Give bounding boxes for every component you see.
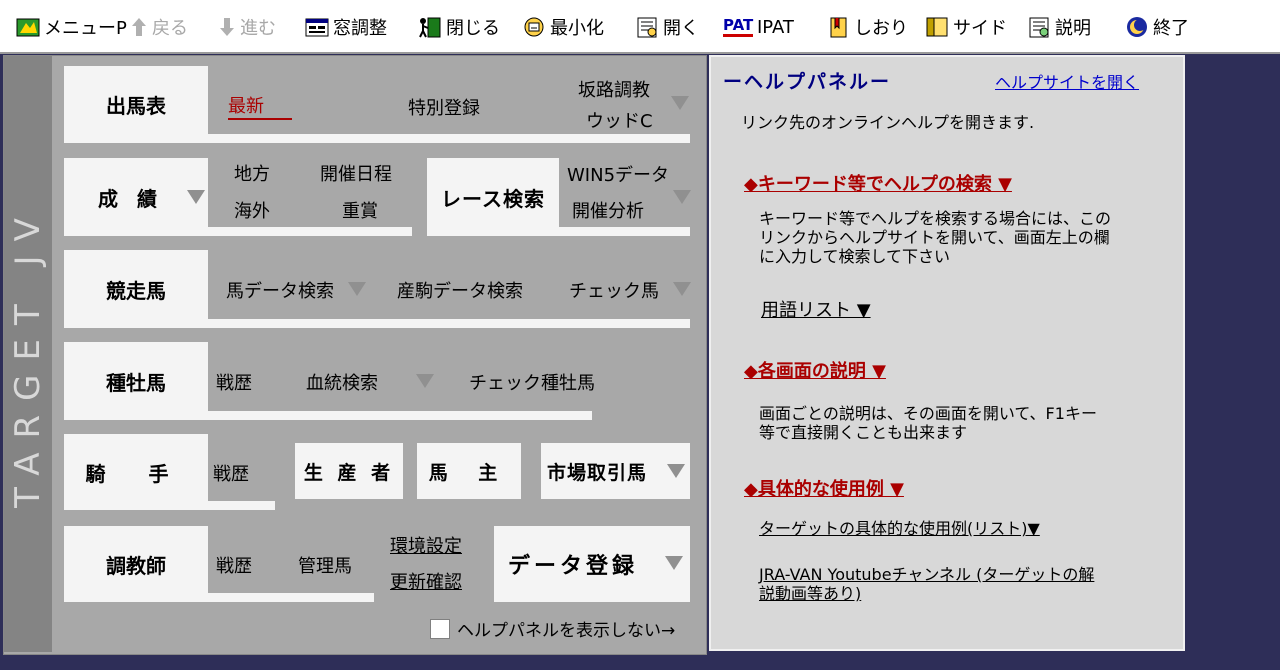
- chevron-down-icon[interactable]: [667, 464, 685, 478]
- screens-heading[interactable]: ◆各画面の説明 ▼: [744, 357, 886, 383]
- data-registration-label: データ登録: [508, 554, 639, 579]
- window-adjust-label: 窓調整: [333, 18, 387, 39]
- menu-button[interactable]: メニューP: [16, 13, 127, 41]
- help-panel: ーヘルプパネルー ヘルプサイトを開く リンク先のオンラインヘルプを開きます. ◆…: [709, 55, 1185, 651]
- bookmark-label: しおり: [854, 18, 908, 39]
- open-icon: [635, 16, 659, 38]
- explain-label: 説明: [1055, 18, 1091, 39]
- explain-button[interactable]: 説明: [1027, 13, 1091, 41]
- bottom-background: [0, 655, 1280, 670]
- door-icon: [418, 16, 442, 38]
- examples-link[interactable]: ターゲットの具体的な使用例(リスト)▼: [759, 515, 1040, 539]
- help-intro: リンク先のオンラインヘルプを開きます.: [741, 113, 1035, 132]
- sidebar: TARGET JV: [4, 56, 52, 652]
- forward-button[interactable]: 進む: [218, 13, 276, 41]
- chevron-down-icon[interactable]: [187, 190, 205, 204]
- meeting-analysis-link[interactable]: 開催分析: [572, 197, 644, 223]
- chevron-down-icon[interactable]: [348, 282, 366, 296]
- check-horse-link[interactable]: チェック馬: [569, 277, 659, 303]
- help-site-link[interactable]: ヘルプサイトを開く: [995, 69, 1139, 93]
- data-registration-button[interactable]: データ登録: [494, 526, 690, 602]
- open-button[interactable]: 開く: [635, 13, 699, 41]
- market-horse-label: 市場取引馬: [547, 461, 648, 484]
- minimize-label: 最小化: [550, 18, 604, 39]
- keyword-search-desc-1: キーワード等でヘルプを検索する場合には、この: [759, 209, 1112, 228]
- back-button[interactable]: 戻る: [130, 13, 188, 41]
- race-search-button[interactable]: レース検索: [427, 158, 559, 236]
- toolbar: メニューP 戻る 進む 窓調整 閉じる 最小化 開く PAT IPAT しおり …: [0, 0, 1280, 54]
- overseas-link[interactable]: 海外: [234, 197, 270, 223]
- youtube-link-2[interactable]: 説動画等あり): [759, 584, 861, 603]
- sire-record-link[interactable]: 戦歴: [216, 369, 252, 395]
- screens-desc-2: 等で直接開くことも出来ます: [759, 423, 968, 442]
- bookmark-icon: [826, 16, 850, 38]
- hide-help-checkbox[interactable]: [430, 619, 450, 639]
- close-button[interactable]: 閉じる: [418, 13, 500, 41]
- check-sire-link[interactable]: チェック種牡馬: [469, 369, 595, 395]
- graded-race-link[interactable]: 重賞: [342, 197, 378, 223]
- chevron-down-icon[interactable]: [673, 190, 691, 204]
- chevron-down-icon[interactable]: [671, 96, 689, 110]
- menu-label: メニューP: [44, 18, 127, 39]
- window-adjust-button[interactable]: 窓調整: [305, 13, 387, 41]
- youtube-link-1[interactable]: JRA-VAN Youtubeチャンネル (ターゲットの解: [759, 565, 1094, 584]
- keyword-search-heading[interactable]: ◆キーワード等でヘルプの検索 ▼: [744, 170, 1012, 196]
- hide-help-label: ヘルプパネルを表示しない→: [457, 621, 676, 641]
- offspring-search-link[interactable]: 産駒データ検索: [397, 277, 523, 303]
- minimize-icon: [522, 16, 546, 38]
- latest-link[interactable]: 最新: [228, 92, 292, 120]
- ipat-button[interactable]: PAT IPAT: [723, 13, 794, 41]
- kishu-label[interactable]: 騎 手: [64, 434, 208, 510]
- open-label: 開く: [663, 18, 699, 39]
- window-icon: [305, 16, 329, 38]
- screens-desc-1: 画面ごとの説明は、その画面を開いて、F1キー: [759, 404, 1097, 423]
- kyosoba-label[interactable]: 競走馬: [64, 250, 208, 328]
- chevron-down-icon[interactable]: [416, 374, 434, 388]
- breeder-button[interactable]: 生 産 者: [295, 443, 403, 499]
- exit-button[interactable]: 終了: [1125, 13, 1189, 41]
- jockey-record-link[interactable]: 戦歴: [213, 460, 249, 486]
- keyword-search-desc-2: リンクからヘルプサイトを開いて、画面左上の欄: [759, 228, 1110, 247]
- chevron-down-icon[interactable]: [673, 282, 691, 296]
- side-button[interactable]: サイド: [925, 13, 1007, 41]
- local-racing-link[interactable]: 地方: [234, 160, 270, 186]
- back-label: 戻る: [152, 18, 188, 39]
- terms-list-link[interactable]: 用語リスト ▼: [761, 296, 871, 322]
- exit-label: 終了: [1153, 18, 1189, 39]
- win5-data-link[interactable]: WIN5データ: [567, 161, 669, 187]
- environment-settings-link[interactable]: 環境設定: [390, 532, 462, 558]
- pat-logo-text: PAT: [723, 16, 753, 37]
- special-registration-link[interactable]: 特別登録: [408, 94, 480, 120]
- moon-icon: [1125, 16, 1149, 38]
- examples-heading[interactable]: ◆具体的な使用例 ▼: [744, 475, 904, 501]
- owner-button[interactable]: 馬 主: [417, 443, 521, 499]
- trainer-record-link[interactable]: 戦歴: [216, 552, 252, 578]
- sidebar-label: TARGET JV: [8, 204, 48, 508]
- syutsuba-label[interactable]: 出馬表: [64, 66, 208, 143]
- close-label: 閉じる: [446, 18, 500, 39]
- minimize-button[interactable]: 最小化: [522, 13, 604, 41]
- arrow-down-icon: [218, 16, 236, 38]
- chokyoshi-label[interactable]: 調教師: [64, 526, 208, 602]
- menu-icon: [16, 16, 40, 38]
- help-title: ーヘルプパネルー: [723, 71, 892, 93]
- wood-course-link[interactable]: ウッドC: [586, 107, 653, 133]
- pat-logo-icon: PAT: [723, 16, 753, 38]
- bookmark-button[interactable]: しおり: [826, 13, 908, 41]
- shubaba-label[interactable]: 種牡馬: [64, 342, 208, 420]
- horse-search-link[interactable]: 馬データ検索: [226, 277, 334, 303]
- update-check-link[interactable]: 更新確認: [390, 568, 462, 594]
- side-label: サイド: [953, 18, 1007, 39]
- managed-horses-link[interactable]: 管理馬: [298, 552, 352, 578]
- explain-icon: [1027, 16, 1051, 38]
- arrow-up-icon: [130, 16, 148, 38]
- keyword-search-desc-3: に入力して検索して下さい: [759, 247, 951, 266]
- pedigree-search-link[interactable]: 血統検索: [306, 369, 378, 395]
- side-icon: [925, 16, 949, 38]
- chevron-down-icon[interactable]: [665, 556, 683, 570]
- schedule-link[interactable]: 開催日程: [320, 160, 392, 186]
- forward-label: 進む: [240, 18, 276, 39]
- ipat-label: IPAT: [757, 16, 794, 38]
- slope-training-link[interactable]: 坂路調教: [578, 76, 650, 102]
